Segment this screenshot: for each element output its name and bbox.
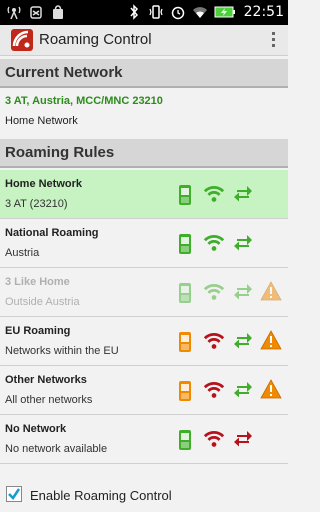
phone-icon xyxy=(179,430,191,450)
warning-icon xyxy=(260,330,282,350)
app-title: Roaming Control xyxy=(39,31,152,48)
enable-roaming-control-row[interactable]: Enable Roaming Control xyxy=(0,480,288,512)
rule-status-icons xyxy=(178,180,288,210)
data-sync-icon xyxy=(234,382,252,398)
data-sync-icon xyxy=(234,235,252,251)
status-right-icons: 22:51 xyxy=(126,4,284,20)
warning-icon xyxy=(260,379,282,399)
rule-status-icons xyxy=(178,278,288,308)
phone-icon xyxy=(179,381,191,401)
data-sync-icon xyxy=(234,284,252,300)
status-clock: 22:51 xyxy=(243,4,284,20)
phone-icon xyxy=(179,185,191,205)
rule-subtitle: Networks within the EU xyxy=(5,345,119,357)
data-sync-icon xyxy=(234,186,252,202)
status-bar: 22:51 xyxy=(0,0,288,25)
battery-icon xyxy=(214,6,235,18)
wifi-shield-icon[interactable] xyxy=(10,28,34,52)
phone-icon xyxy=(179,234,191,254)
roaming-rule-row[interactable]: 3 Like Home Outside Austria xyxy=(0,268,288,317)
status-left-icons xyxy=(6,4,66,20)
action-bar: Roaming Control xyxy=(0,25,288,56)
data-sync-icon xyxy=(234,333,252,349)
wifi-signal-icon xyxy=(203,431,225,447)
phone-icon xyxy=(179,332,191,352)
rule-subtitle: Austria xyxy=(5,247,40,259)
roaming-rules-header: Roaming Rules xyxy=(0,139,288,168)
vibrate-icon xyxy=(149,5,163,19)
rule-subtitle: All other networks xyxy=(5,394,93,406)
alarm-icon xyxy=(171,6,184,20)
current-network-header: Current Network xyxy=(0,59,288,88)
roaming-rule-row[interactable]: Home Network 3 AT (23210) xyxy=(0,170,288,219)
overflow-menu-icon[interactable] xyxy=(268,30,278,50)
roaming-rule-row[interactable]: EU Roaming Networks within the EU xyxy=(0,317,288,366)
enable-roaming-checkbox[interactable] xyxy=(6,486,22,502)
wifi-icon xyxy=(192,7,207,18)
roaming-rule-row[interactable]: National Roaming Austria xyxy=(0,219,288,268)
wifi-signal-icon xyxy=(203,382,225,398)
wifi-tower-icon xyxy=(7,6,21,20)
current-operator: 3 AT, Austria, MCC/MNC 23210 xyxy=(5,95,163,107)
android-bug-icon xyxy=(30,6,42,19)
data-sync-icon xyxy=(234,431,252,447)
rule-title: 3 Like Home xyxy=(5,276,70,288)
rule-title: National Roaming xyxy=(5,227,99,239)
rule-title: No Network xyxy=(5,423,67,435)
rule-subtitle: 3 AT (23210) xyxy=(5,198,68,210)
rule-subtitle: Outside Austria xyxy=(5,296,80,308)
warning-icon xyxy=(260,281,282,301)
enable-roaming-label: Enable Roaming Control xyxy=(30,488,172,503)
wifi-signal-icon xyxy=(203,333,225,349)
rule-title: Home Network xyxy=(5,178,83,190)
wifi-signal-icon xyxy=(203,284,225,300)
wifi-signal-icon xyxy=(203,235,225,251)
current-network-type: Home Network xyxy=(5,115,78,127)
rule-status-icons xyxy=(178,229,288,259)
roaming-rule-row[interactable]: No Network No network available xyxy=(0,415,288,464)
wifi-signal-icon xyxy=(203,186,225,202)
rule-status-icons xyxy=(178,425,288,455)
bluetooth-icon xyxy=(130,4,138,20)
phone-icon xyxy=(179,283,191,303)
rule-title: EU Roaming xyxy=(5,325,71,337)
shopping-bag-icon xyxy=(53,5,63,19)
rule-title: Other Networks xyxy=(5,374,87,386)
rule-subtitle: No network available xyxy=(5,443,108,455)
rule-status-icons xyxy=(178,376,288,406)
rule-status-icons xyxy=(178,327,288,357)
roaming-rule-row[interactable]: Other Networks All other networks xyxy=(0,366,288,415)
